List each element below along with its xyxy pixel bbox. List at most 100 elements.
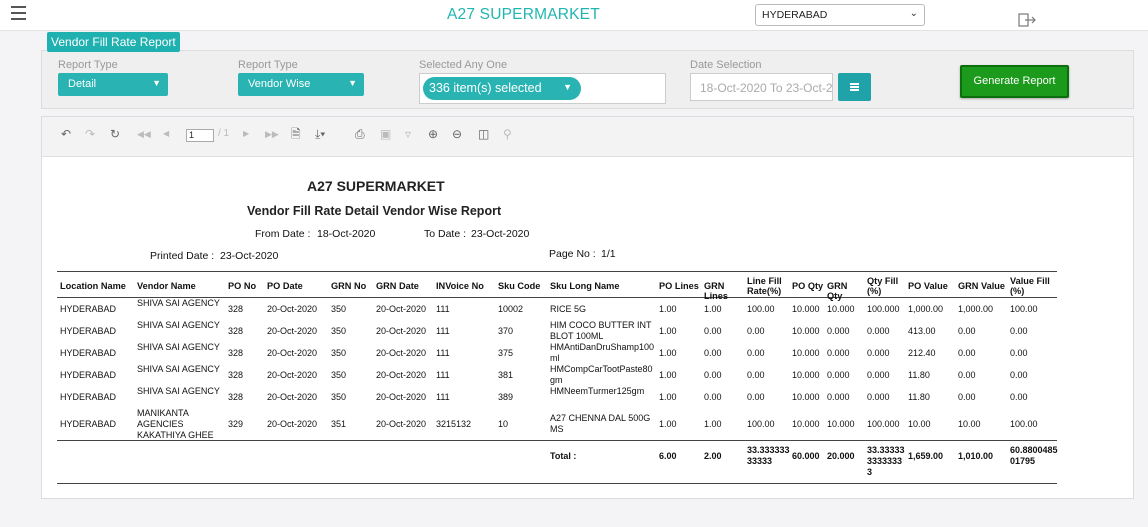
cell-po-qty: 10.000 [792,369,820,380]
cell-grn-date: 20-Oct-2020 [376,325,427,336]
printed-date-label: Printed Date : [150,250,215,262]
document-icon[interactable]: 🗎 [291,127,301,141]
report-type2-label: Report Type [238,59,298,71]
cell-qty-fill: 0.000 [867,369,890,380]
caret-down-icon: ▼ [563,82,572,92]
filter-icon[interactable]: ▿ [405,127,411,141]
total-po-lines: 6.00 [659,450,677,461]
cell-po-value: 11.80 [908,391,930,402]
cell-grn-qty: 0.000 [827,391,850,402]
caret-down-icon: ▼ [348,78,357,88]
cell-po-lines: 1.00 [659,418,677,429]
report-type-select[interactable]: Detail ▼ [58,73,168,96]
next-page-icon[interactable]: ▶ [243,127,249,141]
total-value-fill: 60.880048501795 [1010,445,1058,466]
cell-po-date: 20-Oct-2020 [267,369,318,380]
prev-page-icon[interactable]: ◀ [163,127,169,141]
print-icon[interactable]: ⎙ [355,127,365,141]
cell-grn-value: 0.00 [958,369,976,380]
cell-po-date: 20-Oct-2020 [267,347,318,358]
printed-date-value: 23-Oct-2020 [220,250,279,262]
column-header-qty-fill: Qty Fill (%) [867,276,899,296]
selected-items-value: 336 item(s) selected [429,81,542,95]
report-subtitle: Vendor Fill Rate Detail Vendor Wise Repo… [247,204,502,218]
back-icon[interactable]: ↶ [61,127,71,141]
cell-grn-date: 20-Oct-2020 [376,347,427,358]
cell-vendor-name: MANIKANTA AGENCIES KAKATHIYA GHEE [137,407,214,440]
cell-invoice-no: 3215132 [436,418,472,429]
cell-line-fill-rate: 100.00 [747,418,775,429]
first-page-icon[interactable]: ◀◀ [137,127,151,141]
cell-grn-lines: 0.00 [704,391,722,402]
refresh-icon[interactable]: ↻ [110,127,120,141]
zoom-in-icon[interactable]: ⊕ [428,127,438,141]
total-po-value: 1,659.00 [908,450,944,461]
cell-vendor-name: SHIVA SAI AGENCY [137,386,220,396]
column-header-line-fill-rate: Line Fill Rate(%) [747,276,782,296]
cell-invoice-no: 111 [436,347,450,358]
view-icon[interactable]: ◫ [478,127,489,141]
date-picker-button[interactable] [838,73,871,101]
export-icon[interactable]: ⤓▾ [315,127,325,141]
logout-icon[interactable] [1018,13,1036,27]
cell-vendor-name: SHIVA SAI AGENCY [137,298,220,308]
cell-sku-long-name: HMAntiDanDruShamp100ml [550,342,655,363]
chevron-down-icon: ⌄ [909,8,918,19]
column-header-value-fill: Value Fill (%) [1010,276,1050,296]
column-header-grn-qty: GRN Qty [827,281,848,301]
zoom-out-icon[interactable]: ⊖ [452,127,462,141]
generate-report-button[interactable]: Generate Report [960,65,1069,98]
cell-location-name: HYDERABAD [60,303,117,314]
total-line-fill: 33.33333333333 [747,445,790,466]
column-header-po-value: PO Value [908,281,948,291]
cell-grn-no: 350 [331,325,347,336]
top-bar: A27 SUPERMARKET HYDERABAD ⌄ [0,0,1148,31]
cell-invoice-no: 111 [436,325,450,336]
report-type2-select[interactable]: Vendor Wise ▼ [238,73,364,96]
cell-grn-lines: 1.00 [704,418,722,429]
cell-location-name: HYDERABAD [60,369,117,380]
cell-qty-fill: 100.000 [867,303,900,314]
page-number-input[interactable]: 1 [186,129,214,142]
last-page-icon[interactable]: ▶▶ [265,127,279,141]
caret-down-icon: ▼ [152,78,161,88]
cell-qty-fill: 0.000 [867,391,890,402]
report-viewer: ↶ ↷ ↻ ◀◀ ◀ 1 / 1 ▶ ▶▶ 🗎 ⤓▾ ⎙ ▣ ▿ ⊕ ⊖ ◫ ⚲… [41,116,1134,499]
cell-line-fill-rate: 0.00 [747,325,765,336]
cell-grn-no: 350 [331,391,347,402]
forward-icon[interactable]: ↷ [85,127,95,141]
cell-vendor-name: SHIVA SAI AGENCY [137,342,220,352]
search-icon[interactable]: ⚲ [503,127,512,141]
cell-value-fill: 100.00 [1010,418,1038,429]
cell-po-qty: 10.000 [792,391,820,402]
cell-value-fill: 0.00 [1010,369,1028,380]
cell-po-value: 413.00 [908,325,936,336]
cell-po-value: 1,000.00 [908,303,944,314]
cell-grn-qty: 0.000 [827,347,850,358]
cell-invoice-no: 111 [436,391,450,402]
from-date-value: 18-Oct-2020 [317,228,376,240]
cell-sku-code: 375 [498,347,514,358]
date-range-input[interactable]: 18-Oct-2020 To 23-Oct-2020 [690,73,833,101]
cell-po-no: 328 [228,347,244,358]
menu-icon[interactable] [11,6,26,22]
column-header-po-date: PO Date [267,281,303,291]
report-type2-value: Vendor Wise [248,78,311,90]
location-select[interactable]: HYDERABAD ⌄ [755,4,925,26]
selected-items-pill[interactable]: 336 item(s) selected ▼ [423,77,581,100]
cell-po-no: 329 [228,418,244,429]
save-icon[interactable]: ▣ [380,127,391,141]
cell-sku-code: 381 [498,369,514,380]
total-grn-qty: 20.000 [827,450,855,461]
cell-grn-value: 0.00 [958,325,976,336]
cell-line-fill-rate: 100.00 [747,303,775,314]
item-multiselect[interactable]: 336 item(s) selected ▼ [419,73,666,104]
cell-grn-lines: 1.00 [704,303,722,314]
cell-grn-lines: 0.00 [704,325,722,336]
cell-line-fill-rate: 0.00 [747,391,765,402]
selected-label: Selected Any One [419,59,508,71]
cell-value-fill: 0.00 [1010,347,1028,358]
cell-sku-long-name: HMNeemTurmer125gm [550,386,645,396]
cell-location-name: HYDERABAD [60,391,117,402]
page-total: / 1 [218,128,230,139]
